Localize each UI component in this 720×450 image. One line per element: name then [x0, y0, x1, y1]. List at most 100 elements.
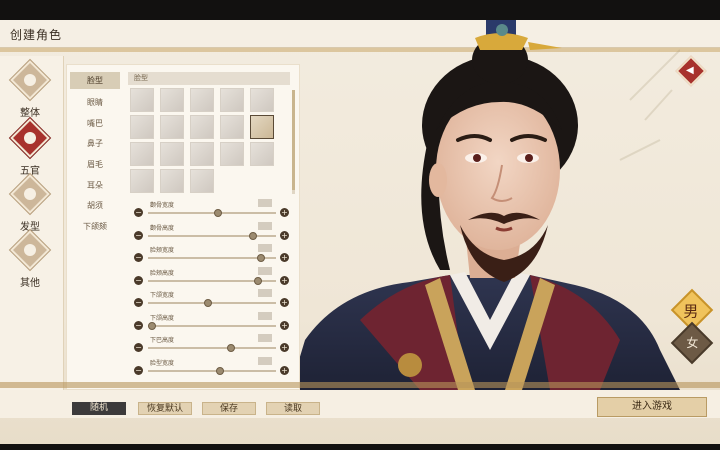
decrease-button[interactable]: − — [134, 365, 143, 375]
increase-button[interactable]: + — [280, 230, 289, 240]
subtab-beard[interactable]: 胡须 — [70, 197, 120, 214]
slider-row: 脸颊高度 − + — [130, 266, 292, 290]
decrease-button[interactable]: − — [134, 298, 143, 307]
save-button[interactable]: 保存 — [202, 402, 256, 415]
face-preset-swatch[interactable] — [130, 169, 154, 193]
slider-row: 颧骨宽度 − + — [130, 199, 292, 222]
decrease-button[interactable]: − — [134, 275, 143, 285]
face-icon — [10, 118, 50, 158]
slider-track[interactable] — [147, 321, 276, 330]
slider-thumb[interactable] — [254, 276, 263, 285]
load-button[interactable]: 读取 — [266, 402, 320, 415]
slider-track[interactable] — [148, 231, 276, 240]
nav-item-body[interactable]: 整体 — [8, 60, 52, 124]
category-sidebar: 整体 五官 发型 其他 — [0, 56, 64, 394]
increase-button[interactable]: + — [280, 298, 289, 307]
subtab-eyebrows[interactable]: 眉毛 — [70, 156, 120, 173]
face-preset-swatch[interactable] — [250, 115, 274, 139]
body-icon — [10, 60, 50, 100]
slider-value-box[interactable] — [258, 266, 272, 275]
slider-track[interactable] — [148, 299, 276, 307]
increase-button[interactable]: + — [280, 365, 289, 375]
increase-button[interactable]: + — [280, 208, 289, 217]
slider-label: 脸颊高度 — [150, 269, 175, 277]
face-preset-swatch[interactable] — [130, 142, 154, 166]
slider-value-box[interactable] — [258, 289, 272, 297]
slider-thumb[interactable] — [256, 254, 265, 262]
slider-value-box[interactable] — [258, 311, 272, 320]
slider-track[interactable] — [148, 276, 276, 285]
slider-row: 脸颊宽度 − + — [130, 244, 292, 267]
nav-label: 其他 — [20, 278, 40, 289]
subtab-face-shape[interactable]: 脸型 — [70, 72, 120, 89]
face-preset-swatch[interactable] — [190, 169, 214, 193]
other-icon — [10, 230, 50, 270]
decrease-button[interactable]: − — [134, 230, 143, 240]
decrease-button[interactable]: − — [134, 320, 143, 330]
subtab-eyes[interactable]: 眼睛 — [70, 94, 120, 111]
decrease-button[interactable]: − — [134, 208, 143, 217]
gender-male-label: 男 — [683, 302, 699, 321]
nav-label: 整体 — [20, 108, 40, 119]
slider-track[interactable] — [148, 209, 276, 217]
slider-value-box[interactable] — [258, 221, 272, 230]
subtab-nose[interactable]: 鼻子 — [70, 135, 120, 152]
nav-item-other[interactable]: 其他 — [8, 230, 52, 294]
slider-row: 下颌高度 − + — [130, 311, 292, 335]
slider-row: 下巴高度 − + — [130, 334, 292, 357]
face-preset-swatch[interactable] — [160, 142, 184, 166]
face-preset-swatch[interactable] — [250, 142, 274, 166]
slider-thumb[interactable] — [204, 299, 213, 307]
face-preset-swatch[interactable] — [190, 142, 214, 166]
face-preset-swatch[interactable] — [130, 115, 154, 139]
face-preset-swatch[interactable] — [190, 115, 214, 139]
slider-track[interactable] — [148, 254, 276, 262]
slider-label: 脸型宽度 — [150, 359, 175, 367]
slider-label: 下颌高度 — [150, 314, 175, 322]
page-title: 创建角色 — [10, 28, 63, 42]
character-portrait — [300, 20, 680, 390]
increase-button[interactable]: + — [280, 320, 289, 330]
face-preset-swatch[interactable] — [220, 88, 244, 112]
slider-row: 颧骨高度 − + — [130, 221, 292, 245]
gender-female-label: 女 — [686, 336, 699, 351]
slider-value-box[interactable] — [258, 334, 272, 342]
face-preset-swatch[interactable] — [160, 88, 184, 112]
slider-label: 下颌宽度 — [150, 292, 175, 299]
slider-row: 下颌宽度 − + — [130, 289, 292, 312]
slider-track[interactable] — [148, 366, 276, 375]
random-button[interactable]: 随机 — [72, 402, 126, 415]
slider-track[interactable] — [148, 344, 276, 352]
slider-thumb[interactable] — [147, 321, 156, 330]
face-preset-swatch[interactable] — [250, 88, 274, 112]
slider-thumb[interactable] — [227, 344, 236, 352]
slider-value-box[interactable] — [258, 199, 272, 207]
increase-button[interactable]: + — [280, 275, 289, 285]
slider-label: 颧骨宽度 — [150, 202, 175, 209]
increase-button[interactable]: + — [280, 343, 289, 352]
scroll-thumb[interactable] — [292, 90, 295, 190]
face-preset-swatch[interactable] — [160, 115, 184, 139]
face-preset-swatch[interactable] — [130, 88, 154, 112]
slider-thumb[interactable] — [214, 209, 223, 217]
increase-button[interactable]: + — [280, 253, 289, 262]
decrease-button[interactable]: − — [134, 253, 143, 262]
hair-icon — [10, 174, 50, 214]
reset-default-button[interactable]: 恢复默认 — [138, 402, 192, 415]
face-preset-swatch[interactable] — [220, 142, 244, 166]
face-preset-swatch[interactable] — [220, 115, 244, 139]
slider-thumb[interactable] — [215, 366, 224, 375]
slider-thumb[interactable] — [248, 231, 257, 240]
slider-value-box[interactable] — [258, 244, 272, 252]
subtab-chin[interactable]: 下颌颏 — [70, 218, 120, 235]
slider-value-box[interactable] — [258, 356, 272, 365]
back-arrow-icon: ◀ — [685, 65, 694, 77]
enter-game-button[interactable]: 进入游戏 — [597, 397, 707, 417]
face-preset-swatch[interactable] — [190, 88, 214, 112]
subtab-ears[interactable]: 耳朵 — [70, 177, 120, 194]
subtab-mouth[interactable]: 嘴巴 — [70, 115, 120, 132]
preset-scrollbar[interactable] — [292, 90, 295, 194]
decrease-button[interactable]: − — [134, 343, 143, 352]
face-preset-swatch[interactable] — [160, 169, 184, 193]
footer-divider — [0, 382, 720, 388]
